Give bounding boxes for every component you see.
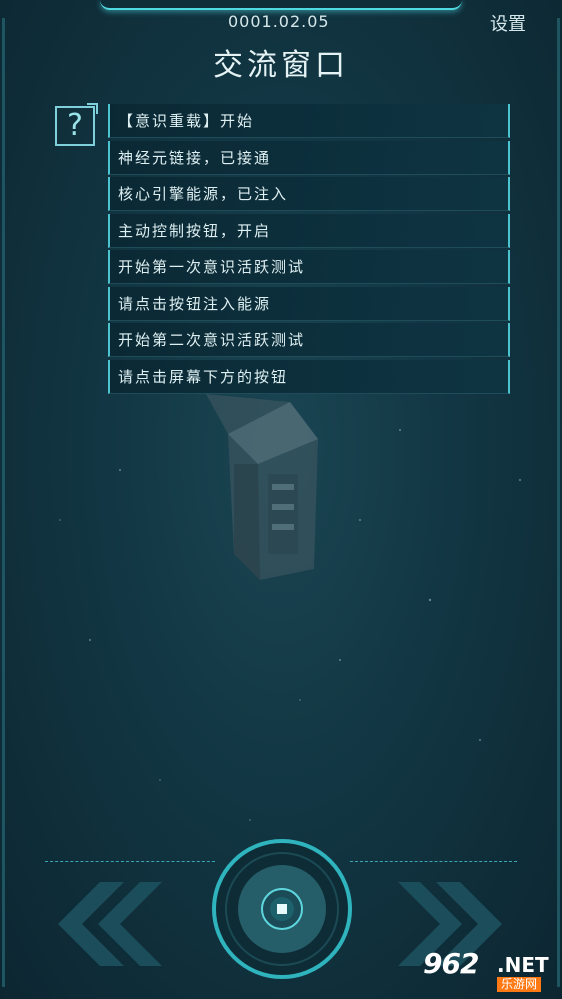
site-watermark: 962 .NET 乐游网: [423, 947, 557, 995]
double-chevron-left-icon[interactable]: [52, 882, 162, 966]
message-log: 【意识重载】开始 神经元链接，已接通 核心引擎能源，已注入 主动控制按钮，开启 …: [108, 104, 510, 396]
top-bar: [100, 0, 462, 10]
divider-right: [350, 861, 517, 862]
frame-edge-left: [2, 18, 5, 987]
spaceship-image: [206, 394, 318, 580]
frame-edge-right: [557, 18, 560, 987]
watermark-numbers: 962: [423, 947, 479, 980]
message-row: 开始第一次意识活跃测试: [108, 250, 510, 284]
message-row: 核心引擎能源，已注入: [108, 177, 510, 211]
divider-left: [45, 861, 215, 862]
message-row: 神经元链接，已接通: [108, 140, 510, 175]
watermark-suffix: .NET: [497, 953, 549, 977]
help-glyph: ?: [67, 108, 83, 143]
message-row: 请点击屏幕下方的按钮: [108, 359, 510, 394]
core-button-icon[interactable]: [211, 838, 353, 980]
watermark-subtitle: 乐游网: [497, 977, 542, 992]
date-display: 0001.02.05: [228, 12, 330, 31]
message-row: 请点击按钮注入能源: [108, 286, 510, 321]
message-row: 主动控制按钮，开启: [108, 213, 510, 248]
question-mark-icon[interactable]: ?: [55, 103, 98, 146]
message-row: 开始第二次意识活跃测试: [108, 323, 510, 357]
settings-button[interactable]: 设置: [490, 10, 526, 36]
window-title: 交流窗口: [213, 48, 349, 83]
message-row: 【意识重载】开始: [108, 104, 510, 138]
